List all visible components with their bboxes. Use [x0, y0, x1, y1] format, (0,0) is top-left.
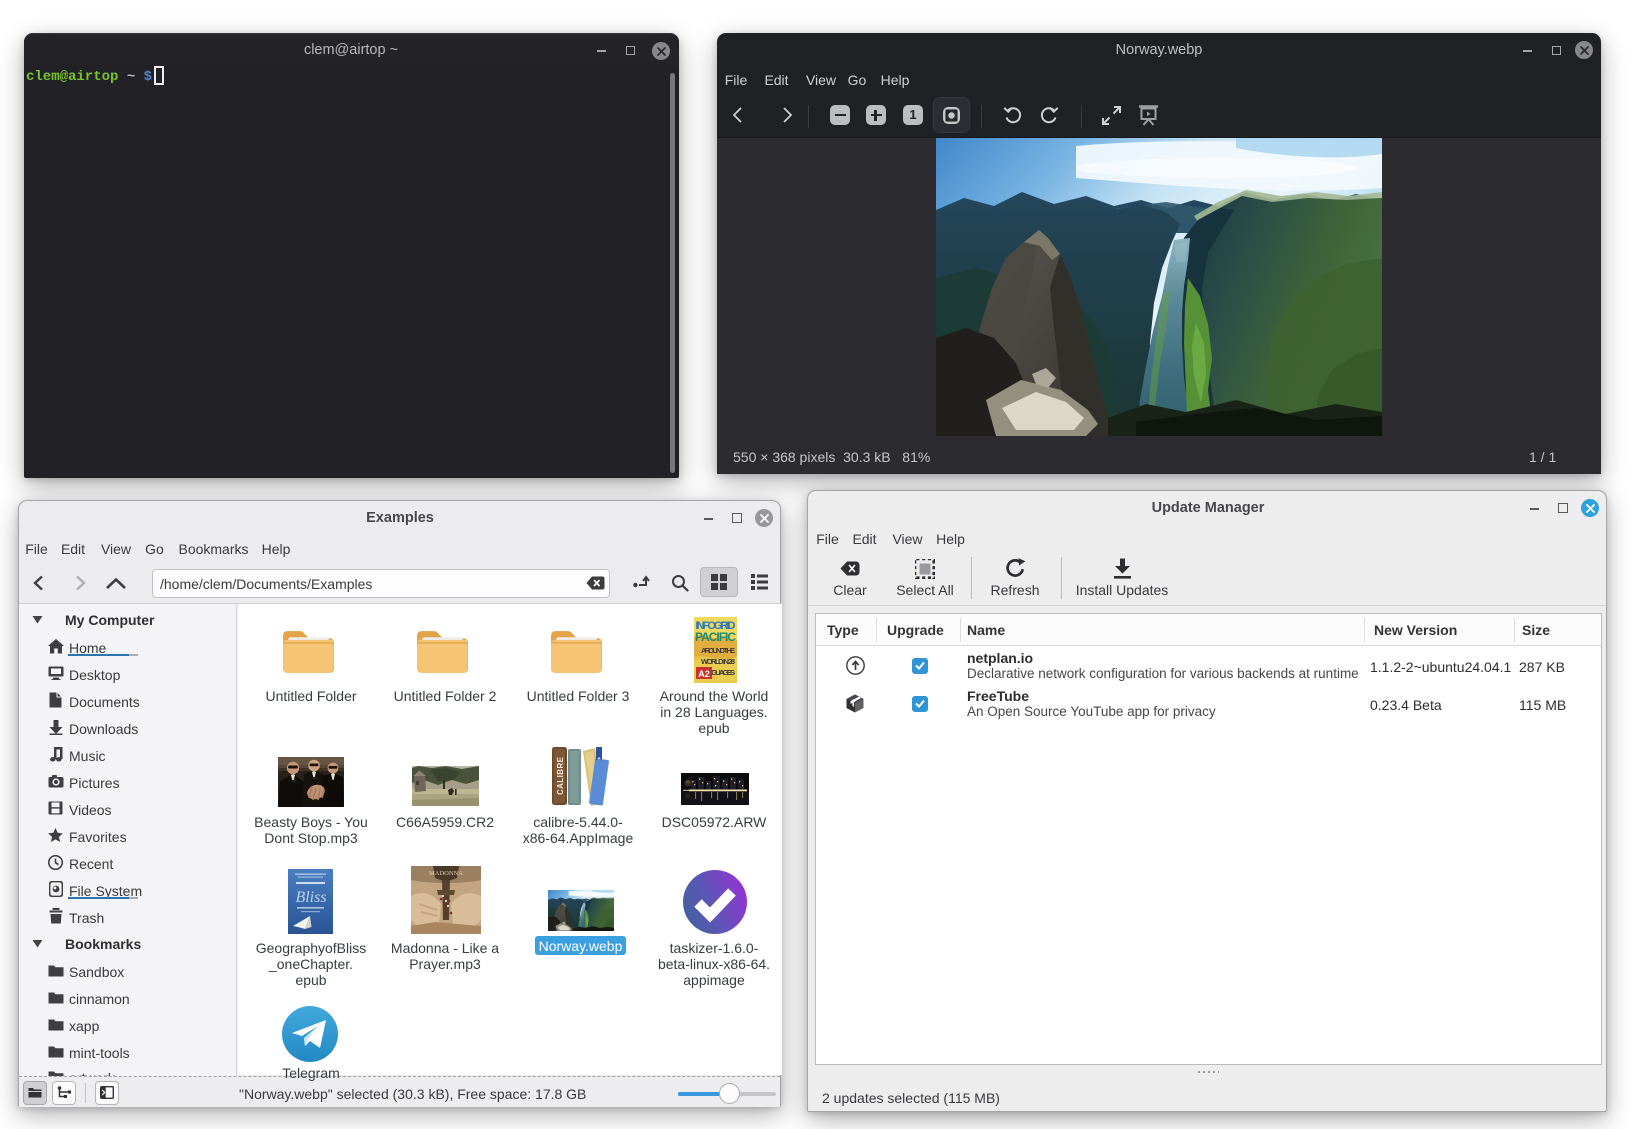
svg-text:AROUND THE: AROUND THE	[701, 646, 735, 655]
svg-text:CALIBRE: CALIBRE	[556, 756, 565, 795]
svg-text:A2: A2	[698, 669, 710, 679]
svg-text:PACIFIC: PACIFIC	[695, 630, 736, 644]
svg-text:WORLD IN 28: WORLD IN 28	[701, 657, 735, 666]
svg-text:Bliss: Bliss	[295, 889, 326, 906]
svg-text:MADONNA: MADONNA	[429, 870, 463, 877]
